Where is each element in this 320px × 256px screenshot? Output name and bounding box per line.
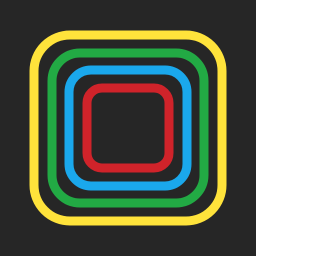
concentric-rounded-squares-icon bbox=[0, 0, 256, 256]
app-icon bbox=[0, 0, 256, 256]
